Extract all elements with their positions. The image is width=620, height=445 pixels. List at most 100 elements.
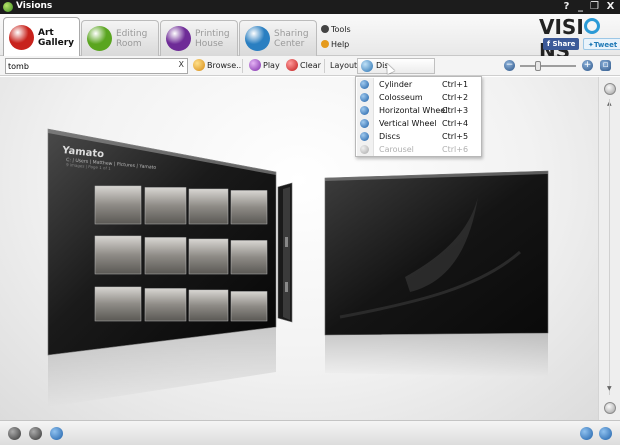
layout-option-label: Horizontal Wheel [379, 106, 448, 115]
browse-button[interactable]: Browse... [193, 59, 244, 73]
layout-discs-icon [361, 60, 373, 72]
layout-option-label: Cylinder [379, 80, 413, 89]
fit-view-button[interactable]: ▫ [600, 60, 611, 71]
tab-label: Editing Room [116, 29, 148, 49]
layout-option-icon [360, 119, 369, 128]
art-gallery-icon [9, 25, 34, 50]
clear-icon [286, 59, 298, 71]
folder-icon [193, 59, 205, 71]
layout-option-shortcut: Ctrl+3 [442, 106, 469, 115]
tweet-button[interactable]: ✦Tweet [583, 38, 620, 50]
scroll-track[interactable] [609, 99, 610, 395]
clear-button[interactable]: Clear [286, 59, 321, 73]
gallery-toolbar: X Browse... Play Clear Layout: Dis − + ▫ [0, 56, 620, 76]
layout-option-label: Discs [379, 132, 401, 141]
tab-art-gallery[interactable]: Art Gallery [3, 17, 80, 57]
image-thumbnail[interactable] [188, 289, 229, 322]
layout-label: Layout: [330, 61, 360, 70]
image-thumbnail[interactable] [230, 190, 268, 225]
help-window-button[interactable]: ? [560, 0, 573, 14]
clear-label: Clear [300, 61, 321, 70]
side-disc-panel[interactable] [277, 182, 293, 323]
image-thumbnail[interactable] [188, 188, 229, 225]
gear-icon [321, 25, 329, 33]
zoom-in-button[interactable]: + [582, 60, 593, 71]
empty-disc-panel[interactable] [324, 170, 549, 336]
share-label: Share [552, 40, 576, 48]
ribbon-header: Art Gallery Editing Room Printing House … [0, 14, 620, 63]
image-thumbnail[interactable] [230, 291, 268, 322]
layout-select[interactable]: Dis [357, 58, 435, 74]
layout-option-icon [360, 93, 369, 102]
minimize-button[interactable]: _ [574, 0, 587, 14]
layout-option-shortcut: Ctrl+1 [442, 80, 469, 89]
facebook-share-button[interactable]: f Share [543, 38, 580, 50]
clear-search-button[interactable]: X [179, 60, 184, 69]
tweet-label: Tweet [593, 41, 618, 49]
layout-option-shortcut: Ctrl+5 [442, 132, 469, 141]
bottom-navigation-bar [0, 420, 620, 445]
back-icon[interactable] [50, 427, 63, 440]
image-thumbnail[interactable] [144, 288, 187, 322]
folder-up-icon[interactable] [29, 427, 42, 440]
toolbar-divider [324, 59, 325, 73]
restore-button[interactable]: ❐ [588, 0, 601, 14]
layout-option-shortcut: Ctrl+4 [442, 119, 469, 128]
image-thumbnail[interactable] [144, 237, 187, 275]
scroll-top-button[interactable] [604, 83, 616, 95]
layout-option-colosseum[interactable]: Colosseum Ctrl+2 [356, 91, 481, 104]
scroll-down-arrow-icon[interactable]: ▼ [607, 385, 612, 392]
layout-option-cylinder[interactable]: Cylinder Ctrl+1 [356, 78, 481, 91]
tab-sharing-center[interactable]: Sharing Center [239, 20, 317, 56]
image-thumbnail[interactable] [94, 235, 142, 275]
layout-option-label: Colosseum [379, 93, 423, 102]
search-box: X [5, 58, 188, 74]
tab-editing-room[interactable]: Editing Room [81, 20, 159, 56]
layout-option-vertical-wheel[interactable]: Vertical Wheel Ctrl+4 [356, 117, 481, 130]
help-menu[interactable]: Help [321, 40, 349, 49]
zoom-out-button[interactable]: − [504, 60, 515, 71]
logo-ring-icon [583, 18, 600, 34]
close-button[interactable]: X [604, 0, 617, 14]
folder-panel-yamato[interactable]: Yamato C: | Users | Matthew | Pictures |… [47, 128, 277, 356]
layout-option-discs[interactable]: Discs Ctrl+5 [356, 130, 481, 143]
title-bar: Visions ? _ ❐ X [0, 0, 620, 14]
next-page-icon[interactable] [599, 427, 612, 440]
layout-option-carousel[interactable]: Carousel Ctrl+6 [356, 143, 481, 156]
tab-label: Art Gallery [38, 28, 75, 48]
home-icon[interactable] [8, 427, 21, 440]
zoom-slider-thumb[interactable] [535, 61, 541, 71]
logo-text-start: VISI [539, 15, 584, 39]
play-icon [249, 59, 261, 71]
layout-option-label: Vertical Wheel [379, 119, 437, 128]
tab-label: Sharing Center [274, 29, 309, 49]
scroll-bottom-button[interactable] [604, 402, 616, 414]
window-title: Visions [16, 1, 53, 11]
editing-room-icon [87, 26, 112, 51]
tab-printing-house[interactable]: Printing House [160, 20, 238, 56]
previous-page-icon[interactable] [580, 427, 593, 440]
layout-option-label: Carousel [379, 145, 414, 154]
play-button[interactable]: Play [249, 59, 280, 73]
tools-menu[interactable]: Tools [321, 25, 351, 34]
layout-option-icon [360, 80, 369, 89]
layout-option-horizontal-wheel[interactable]: Horizontal Wheel Ctrl+3 [356, 104, 481, 117]
search-input[interactable] [8, 60, 168, 72]
image-thumbnail[interactable] [94, 286, 142, 322]
layout-option-icon [360, 145, 369, 154]
layout-option-shortcut: Ctrl+6 [442, 145, 469, 154]
play-label: Play [263, 61, 280, 70]
tab-label: Printing House [195, 29, 230, 49]
gallery-stage[interactable]: Yamato C: | Users | Matthew | Pictures |… [0, 77, 598, 420]
image-thumbnail[interactable] [94, 185, 142, 225]
image-thumbnail[interactable] [188, 238, 229, 275]
image-thumbnail[interactable] [144, 187, 187, 225]
zoom-slider[interactable] [520, 61, 576, 71]
vertical-scrollbar[interactable]: ▲ ▼ [598, 77, 620, 420]
image-thumbnail[interactable] [230, 240, 268, 275]
printing-house-icon [166, 26, 191, 51]
thumbnail-grid [94, 185, 268, 322]
sharing-center-icon [245, 26, 270, 51]
help-label: Help [331, 40, 350, 49]
layout-dropdown: Cylinder Ctrl+1 Colosseum Ctrl+2 Horizontal … [355, 76, 482, 157]
